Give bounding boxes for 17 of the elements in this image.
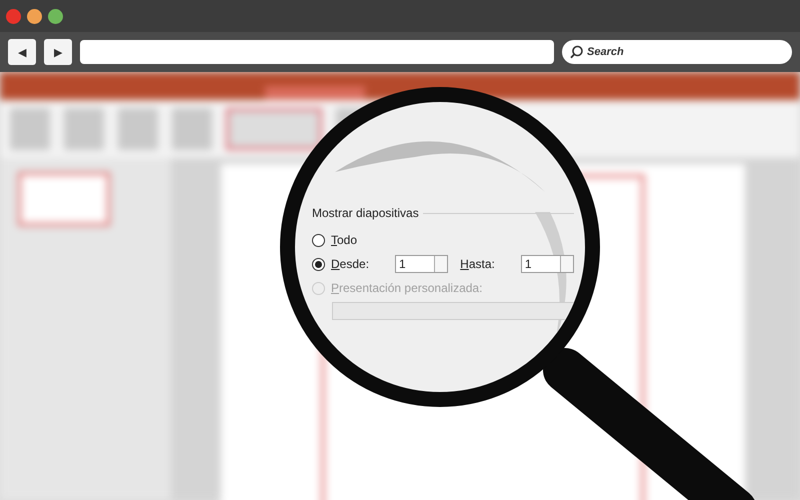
search-icon (570, 45, 584, 59)
radio-label[interactable]: Todo (331, 233, 358, 247)
from-spinbox[interactable]: 1 (395, 255, 448, 273)
slide-thumbnail[interactable] (18, 172, 110, 226)
radio-button[interactable] (312, 258, 325, 270)
radio-label[interactable]: Desde: (331, 257, 370, 271)
group-title: Mostrar diapositivas (312, 206, 419, 220)
to-spinbox[interactable]: 1 (520, 255, 574, 273)
zoom-icon[interactable] (48, 8, 63, 24)
minimize-icon[interactable] (27, 8, 42, 24)
forward-button[interactable]: ▶ (44, 39, 72, 65)
to-label: Hasta: (460, 257, 495, 271)
close-icon[interactable] (6, 8, 21, 24)
address-field[interactable] (80, 40, 554, 64)
back-button[interactable]: ◀ (8, 39, 36, 65)
radio-button[interactable] (312, 234, 325, 246)
search-field[interactable]: Search (562, 40, 792, 64)
